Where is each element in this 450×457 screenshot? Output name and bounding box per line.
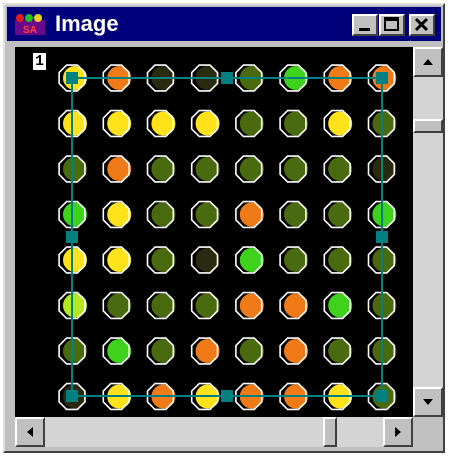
scroll-up-button[interactable] — [413, 47, 443, 77]
array-spot[interactable] — [372, 293, 397, 318]
array-spot[interactable] — [195, 111, 220, 136]
array-spot[interactable] — [328, 248, 353, 272]
array-spot[interactable] — [151, 111, 176, 136]
array-spot[interactable] — [151, 157, 176, 181]
sa-app-icon: SA — [15, 14, 45, 36]
grid-resize-handle[interactable] — [66, 390, 78, 402]
array-spot[interactable] — [284, 157, 308, 181]
array-spot[interactable] — [107, 248, 132, 272]
array-spot[interactable] — [151, 293, 176, 318]
scrollbar-corner — [413, 417, 443, 447]
array-spot[interactable] — [328, 202, 353, 227]
array-spot[interactable] — [107, 111, 132, 136]
grid-resize-handle[interactable] — [221, 390, 233, 402]
array-spot[interactable] — [284, 202, 308, 227]
array-spot[interactable] — [328, 111, 353, 136]
array-spot[interactable] — [239, 293, 264, 318]
vertical-scrollbar[interactable] — [413, 47, 443, 417]
array-spot[interactable] — [239, 202, 264, 227]
svg-text:SA: SA — [23, 25, 37, 36]
array-spot[interactable] — [63, 202, 87, 227]
array-spot[interactable] — [284, 248, 308, 272]
grid-number-label: 1 — [33, 53, 47, 70]
horizontal-scroll-thumb[interactable] — [323, 417, 337, 447]
array-spot[interactable] — [107, 293, 132, 318]
grid-resize-handle[interactable] — [221, 72, 233, 84]
array-spot[interactable] — [328, 157, 353, 181]
array-spot[interactable] — [328, 293, 353, 318]
array-spot[interactable] — [372, 157, 397, 181]
maximize-icon — [384, 17, 399, 31]
array-spot[interactable] — [239, 339, 264, 363]
array-spot[interactable] — [151, 339, 176, 363]
scroll-left-button[interactable] — [15, 417, 45, 447]
grid-resize-handle[interactable] — [66, 72, 78, 84]
array-spot[interactable] — [107, 339, 132, 363]
grid-resize-handle[interactable] — [66, 231, 78, 243]
scroll-down-button[interactable] — [413, 387, 443, 417]
window-title: Image — [55, 11, 119, 36]
array-spot[interactable] — [195, 157, 220, 181]
array-spot[interactable] — [372, 202, 397, 227]
array-spot[interactable] — [239, 111, 264, 136]
microarray-image[interactable] — [15, 47, 413, 417]
minimize-icon — [359, 28, 370, 31]
array-spot[interactable] — [63, 248, 87, 272]
array-spot[interactable] — [195, 293, 220, 318]
grid-resize-handle[interactable] — [376, 390, 388, 402]
array-spot[interactable] — [239, 157, 264, 181]
array-spot[interactable] — [195, 202, 220, 227]
array-spot[interactable] — [328, 339, 353, 363]
arrow-down-icon — [423, 399, 433, 405]
array-spot[interactable] — [151, 202, 176, 227]
array-spot[interactable] — [107, 202, 132, 227]
array-spot[interactable] — [372, 111, 397, 136]
minimize-button[interactable] — [352, 14, 378, 36]
grid-resize-handle[interactable] — [376, 72, 388, 84]
spot-grid[interactable] — [15, 47, 413, 417]
close-button[interactable] — [409, 14, 435, 36]
array-spot[interactable] — [284, 293, 308, 318]
array-spot[interactable] — [63, 293, 87, 318]
horizontal-scrollbar[interactable] — [15, 417, 413, 447]
array-spot[interactable] — [63, 111, 87, 136]
array-spot[interactable] — [284, 339, 308, 363]
close-icon — [414, 17, 429, 32]
vertical-scroll-thumb[interactable] — [413, 119, 443, 133]
array-spot[interactable] — [372, 248, 397, 272]
array-spot[interactable] — [63, 339, 87, 363]
grid-resize-handle[interactable] — [376, 231, 388, 243]
array-spot[interactable] — [63, 157, 87, 181]
maximize-button[interactable] — [379, 14, 405, 36]
arrow-left-icon — [27, 427, 33, 437]
arrow-right-icon — [395, 427, 401, 437]
image-window: SA Image 1 — [3, 3, 445, 453]
array-spot[interactable] — [195, 248, 220, 272]
array-spot[interactable] — [107, 157, 132, 181]
array-spot[interactable] — [239, 248, 264, 272]
array-spot[interactable] — [151, 248, 176, 272]
array-spot[interactable] — [372, 339, 397, 363]
scroll-right-button[interactable] — [383, 417, 413, 447]
array-spot[interactable] — [284, 111, 308, 136]
title-bar[interactable]: SA Image — [7, 7, 441, 41]
arrow-up-icon — [423, 59, 433, 65]
array-spot[interactable] — [195, 339, 220, 363]
